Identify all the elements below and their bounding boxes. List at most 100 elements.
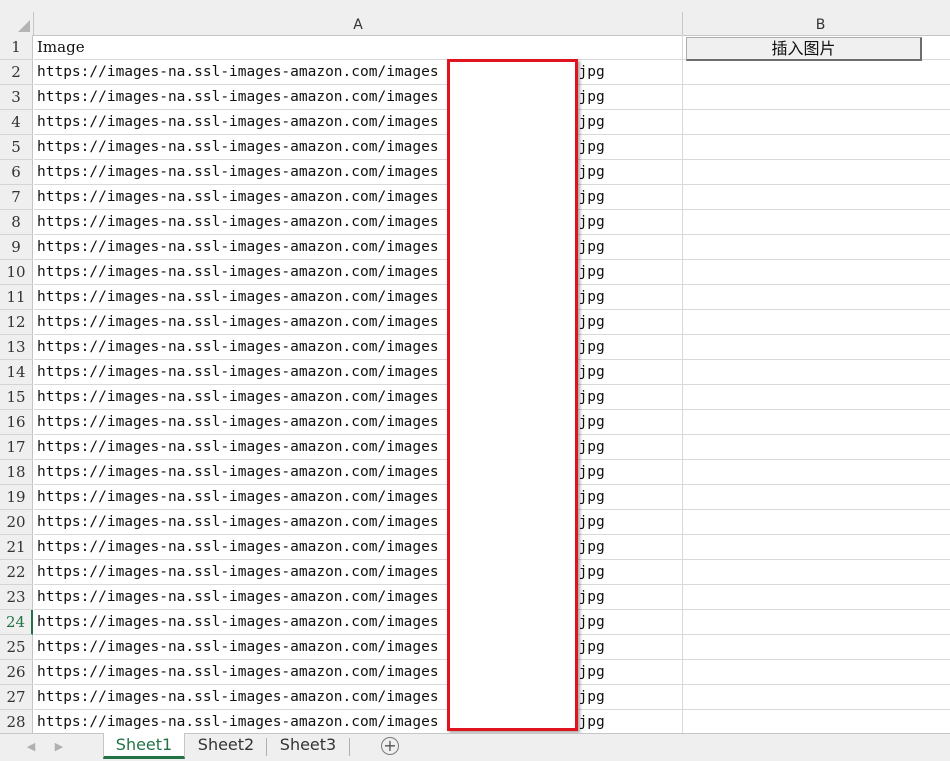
url-suffix: jpg bbox=[578, 539, 605, 555]
cell-b[interactable] bbox=[683, 335, 950, 359]
cell-b[interactable] bbox=[683, 585, 950, 609]
add-sheet-icon[interactable]: + bbox=[381, 737, 399, 755]
row-header[interactable]: 3 bbox=[0, 85, 33, 110]
row-header[interactable]: 17 bbox=[0, 435, 33, 460]
row-header[interactable]: 21 bbox=[0, 535, 33, 560]
url-suffix: jpg bbox=[578, 164, 605, 180]
cell-a-url[interactable]: https://images-na.ssl-images-amazon.com/… bbox=[34, 160, 683, 184]
sheet-tab-1[interactable]: Sheet1 bbox=[103, 733, 185, 759]
cell-a-url[interactable]: https://images-na.ssl-images-amazon.com/… bbox=[34, 585, 683, 609]
cell-b[interactable] bbox=[683, 235, 950, 259]
cell-a-url[interactable]: https://images-na.ssl-images-amazon.com/… bbox=[34, 485, 683, 509]
cell-b[interactable] bbox=[683, 560, 950, 584]
cell-b[interactable] bbox=[683, 360, 950, 384]
cell-a-url[interactable]: https://images-na.ssl-images-amazon.com/… bbox=[34, 310, 683, 334]
row-header[interactable]: 19 bbox=[0, 485, 33, 510]
cell-b[interactable] bbox=[683, 710, 950, 734]
row-header[interactable]: 2 bbox=[0, 60, 33, 85]
cell-b[interactable] bbox=[683, 160, 950, 184]
cell-a-url[interactable]: https://images-na.ssl-images-amazon.com/… bbox=[34, 435, 683, 459]
cell-a-url[interactable]: https://images-na.ssl-images-amazon.com/… bbox=[34, 285, 683, 309]
cell-b[interactable] bbox=[683, 635, 950, 659]
cell-a-url[interactable]: https://images-na.ssl-images-amazon.com/… bbox=[34, 185, 683, 209]
row-header[interactable]: 28 bbox=[0, 710, 33, 735]
cell-a-url[interactable]: https://images-na.ssl-images-amazon.com/… bbox=[34, 210, 683, 234]
row-header[interactable]: 24 bbox=[0, 610, 33, 635]
row-header[interactable]: 6 bbox=[0, 160, 33, 185]
scroll-tabs-right-icon[interactable]: ▶ bbox=[52, 738, 66, 756]
url-suffix: jpg bbox=[578, 589, 605, 605]
cell-a-url[interactable]: https://images-na.ssl-images-amazon.com/… bbox=[34, 535, 683, 559]
cell-a-url[interactable]: https://images-na.ssl-images-amazon.com/… bbox=[34, 60, 683, 84]
cell-a-url[interactable]: https://images-na.ssl-images-amazon.com/… bbox=[34, 710, 683, 734]
row-header[interactable]: 5 bbox=[0, 135, 33, 160]
row-header[interactable]: 15 bbox=[0, 385, 33, 410]
cell-b[interactable] bbox=[683, 135, 950, 159]
cell-b[interactable] bbox=[683, 510, 950, 534]
row-header[interactable]: 12 bbox=[0, 310, 33, 335]
cell-b[interactable] bbox=[683, 260, 950, 284]
cell-a-header[interactable]: Image bbox=[34, 35, 683, 59]
row-header[interactable]: 7 bbox=[0, 185, 33, 210]
insert-image-button[interactable]: 插入图片 bbox=[686, 37, 922, 61]
cell-a-url[interactable]: https://images-na.ssl-images-amazon.com/… bbox=[34, 410, 683, 434]
row-header[interactable]: 16 bbox=[0, 410, 33, 435]
row-header[interactable]: 13 bbox=[0, 335, 33, 360]
row-header[interactable]: 11 bbox=[0, 285, 33, 310]
row-header[interactable]: 23 bbox=[0, 585, 33, 610]
row-header[interactable]: 8 bbox=[0, 210, 33, 235]
cell-b[interactable] bbox=[683, 485, 950, 509]
cell-a-url[interactable]: https://images-na.ssl-images-amazon.com/… bbox=[34, 560, 683, 584]
cell-b[interactable] bbox=[683, 285, 950, 309]
cell-b[interactable] bbox=[683, 110, 950, 134]
cell-a-url[interactable]: https://images-na.ssl-images-amazon.com/… bbox=[34, 260, 683, 284]
cell-b[interactable] bbox=[683, 185, 950, 209]
row-header[interactable]: 14 bbox=[0, 360, 33, 385]
cell-a-url[interactable]: https://images-na.ssl-images-amazon.com/… bbox=[34, 110, 683, 134]
scroll-tabs-left-icon[interactable]: ◀ bbox=[24, 738, 38, 756]
row-header[interactable]: 18 bbox=[0, 460, 33, 485]
select-all-corner[interactable] bbox=[0, 12, 34, 36]
cell-a-url[interactable]: https://images-na.ssl-images-amazon.com/… bbox=[34, 85, 683, 109]
row-header[interactable]: 9 bbox=[0, 235, 33, 260]
column-header-b[interactable]: B bbox=[683, 12, 950, 35]
cell-b[interactable] bbox=[683, 435, 950, 459]
url-prefix: https://images-na.ssl-images-amazon.com/… bbox=[37, 564, 439, 580]
cell-b[interactable] bbox=[683, 535, 950, 559]
cell-b[interactable] bbox=[683, 85, 950, 109]
row-header[interactable]: 20 bbox=[0, 510, 33, 535]
row-header[interactable]: 27 bbox=[0, 685, 33, 710]
cell-a-url[interactable]: https://images-na.ssl-images-amazon.com/… bbox=[34, 335, 683, 359]
cell-a-url[interactable]: https://images-na.ssl-images-amazon.com/… bbox=[34, 610, 683, 634]
row-header[interactable]: 25 bbox=[0, 635, 33, 660]
row-header[interactable]: 26 bbox=[0, 660, 33, 685]
cell-a-url[interactable]: https://images-na.ssl-images-amazon.com/… bbox=[34, 660, 683, 684]
cell-b[interactable] bbox=[683, 310, 950, 334]
cell-b[interactable] bbox=[683, 60, 950, 84]
cell-b[interactable] bbox=[683, 385, 950, 409]
cell-a-url[interactable]: https://images-na.ssl-images-amazon.com/… bbox=[34, 685, 683, 709]
cell-a-url[interactable]: https://images-na.ssl-images-amazon.com/… bbox=[34, 510, 683, 534]
url-suffix: jpg bbox=[578, 314, 605, 330]
cell-b[interactable] bbox=[683, 660, 950, 684]
sheet-tab-3[interactable]: Sheet3 bbox=[268, 733, 348, 759]
cell-a-url[interactable]: https://images-na.ssl-images-amazon.com/… bbox=[34, 135, 683, 159]
cell-b[interactable] bbox=[683, 410, 950, 434]
cell-b[interactable] bbox=[683, 210, 950, 234]
cell-a-url[interactable]: https://images-na.ssl-images-amazon.com/… bbox=[34, 360, 683, 384]
url-suffix: jpg bbox=[578, 364, 605, 380]
cell-b[interactable] bbox=[683, 685, 950, 709]
cell-b[interactable] bbox=[683, 460, 950, 484]
row-header[interactable]: 4 bbox=[0, 110, 33, 135]
cell-a-url[interactable]: https://images-na.ssl-images-amazon.com/… bbox=[34, 385, 683, 409]
row-header[interactable]: 10 bbox=[0, 260, 33, 285]
column-header-a[interactable]: A bbox=[34, 12, 683, 35]
cell-b[interactable] bbox=[683, 610, 950, 634]
url-suffix: jpg bbox=[578, 489, 605, 505]
cell-a-url[interactable]: https://images-na.ssl-images-amazon.com/… bbox=[34, 235, 683, 259]
cell-a-url[interactable]: https://images-na.ssl-images-amazon.com/… bbox=[34, 460, 683, 484]
sheet-tab-2[interactable]: Sheet2 bbox=[188, 733, 264, 759]
cell-a-url[interactable]: https://images-na.ssl-images-amazon.com/… bbox=[34, 635, 683, 659]
row-header[interactable]: 1 bbox=[0, 35, 33, 60]
row-header[interactable]: 22 bbox=[0, 560, 33, 585]
